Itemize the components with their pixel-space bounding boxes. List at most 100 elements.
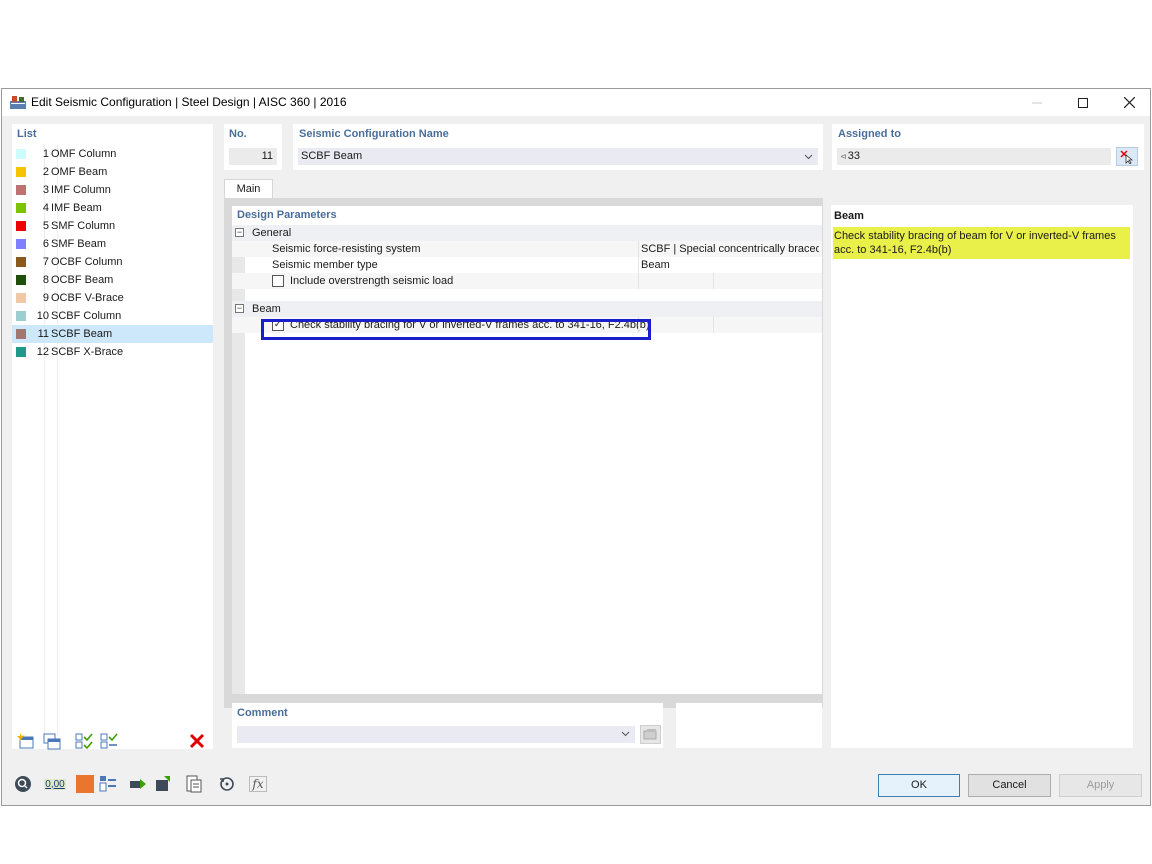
list-item[interactable]: 10 SCBF Column [12, 307, 213, 325]
column-divider [638, 241, 639, 257]
collapse-icon[interactable]: − [235, 228, 244, 237]
uncheck-all-icon[interactable] [100, 732, 118, 750]
apply-button[interactable]: Apply [1059, 774, 1142, 797]
list-item[interactable]: 3 IMF Column [12, 181, 213, 199]
comment-library-button[interactable] [640, 725, 661, 744]
param-row[interactable]: Seismic force-resisting system SCBF | Sp… [232, 241, 822, 257]
new-configuration-icon[interactable] [17, 732, 35, 750]
color-swatch-icon [16, 221, 26, 231]
export-icon[interactable] [128, 774, 148, 794]
list-header: List [17, 128, 37, 140]
list-item[interactable]: 7 OCBF Column [12, 253, 213, 271]
param-value[interactable]: SCBF | Special concentrically braced ... [641, 241, 819, 257]
comment-panel: Comment [232, 703, 663, 748]
param-label: Seismic member type [272, 259, 378, 271]
color-swatch-icon [16, 149, 26, 159]
design-parameters-header: Design Parameters [237, 209, 337, 221]
color-swatch-icon [16, 257, 26, 267]
list-toolbar [12, 729, 213, 753]
list-item-number: 3 [42, 184, 49, 196]
include-overstrength-checkbox[interactable] [272, 275, 284, 287]
beam-group-label: Beam [252, 303, 281, 315]
chevron-down-icon [621, 727, 630, 744]
formula-icon[interactable]: fx [248, 774, 268, 794]
cancel-button[interactable]: Cancel [968, 774, 1051, 797]
delete-icon[interactable] [188, 732, 206, 750]
include-overstrength-label: Include overstrength seismic load [290, 275, 454, 287]
maximize-button[interactable] [1060, 89, 1106, 116]
list-item-label: OCBF Column [51, 256, 123, 268]
color-swatch-icon [16, 311, 26, 321]
assigned-to-field[interactable]: ⊲33 [837, 148, 1111, 165]
list-item[interactable]: 6 SMF Beam [12, 235, 213, 253]
assigned-header: Assigned to [838, 128, 901, 140]
list-item[interactable]: 9 OCBF V-Brace [12, 289, 213, 307]
color-swatch-icon [16, 167, 26, 177]
param-row[interactable]: ✓ Check stability bracing for V or inver… [232, 317, 822, 333]
assigned-panel: Assigned to ⊲33 [832, 124, 1144, 170]
minimize-button[interactable] [1014, 89, 1060, 116]
copy-configuration-icon[interactable] [43, 732, 61, 750]
check-stability-label: Check stability bracing for V or inverte… [290, 319, 650, 331]
list-item-label: SMF Column [51, 220, 116, 232]
comment-header: Comment [237, 707, 288, 719]
app-icon [10, 96, 26, 109]
check-all-icon[interactable] [75, 732, 93, 750]
parameters-tree: − General Seismic force-resisting system… [232, 225, 822, 333]
list-item[interactable]: 4 IMF Beam [12, 199, 213, 217]
decimal-places-label: 0,00 [44, 778, 66, 790]
list-item[interactable]: 8 OCBF Beam [12, 271, 213, 289]
comment-side-panel [676, 703, 822, 748]
param-value[interactable]: Beam [641, 257, 819, 273]
spacer-row [232, 289, 822, 301]
check-stability-checkbox[interactable]: ✓ [272, 319, 284, 331]
info-panel: Beam Check stability bracing of beam for… [831, 205, 1133, 748]
list-item[interactable]: 12 SCBF X-Brace [12, 343, 213, 361]
search-icon[interactable] [13, 774, 33, 794]
color-swatch-icon [16, 329, 26, 339]
param-row[interactable]: Include overstrength seismic load [232, 273, 822, 289]
list-item[interactable]: 11 SCBF Beam [12, 325, 213, 343]
column-divider [638, 273, 639, 289]
ok-button[interactable]: OK [878, 774, 960, 797]
list-item[interactable]: 5 SMF Column [12, 217, 213, 235]
color-icon[interactable] [75, 774, 95, 794]
select-members-button[interactable] [1116, 147, 1138, 166]
list-item-number: 8 [42, 274, 49, 286]
color-swatch-icon [16, 239, 26, 249]
list-item-label: OCBF Beam [51, 274, 114, 286]
param-row[interactable]: Seismic member type Beam [232, 257, 822, 273]
list-item-number: 2 [42, 166, 49, 178]
chevron-down-icon [804, 148, 813, 171]
info-title: Beam [834, 210, 864, 222]
configuration-name-select[interactable]: SCBF Beam [298, 148, 818, 165]
color-swatch-icon [16, 293, 26, 303]
column-divider [638, 257, 639, 273]
display-properties-icon[interactable] [98, 774, 118, 794]
number-header: No. [229, 128, 247, 140]
beam-group-row[interactable]: − Beam [232, 301, 822, 317]
assigned-to-value: 33 [847, 150, 860, 162]
list-item-number: 4 [42, 202, 49, 214]
number-field: 11 [229, 148, 277, 165]
pick-cursor-icon [1120, 150, 1134, 164]
configuration-list-panel: List 1 OMF Column 2 OMF Beam 3 IMF Column 4 IMF… [12, 124, 213, 749]
table-icon[interactable] [184, 774, 204, 794]
reset-icon[interactable] [217, 774, 237, 794]
list-item[interactable]: 2 OMF Beam [12, 163, 213, 181]
import-icon[interactable] [153, 774, 173, 794]
close-button[interactable] [1106, 89, 1152, 116]
list-item-number: 7 [42, 256, 49, 268]
list-item[interactable]: 1 OMF Column [12, 145, 213, 163]
general-group-row[interactable]: − General [232, 225, 822, 241]
color-swatch-icon [16, 347, 26, 357]
comment-field[interactable] [237, 726, 635, 743]
collapse-icon[interactable]: − [235, 304, 244, 313]
member-prefix-icon: ⊲ [840, 152, 847, 161]
decimal-places-icon[interactable]: 0,00 [43, 774, 67, 794]
info-description: Check stability bracing of beam for V or… [833, 227, 1130, 259]
list-item-label: SMF Beam [51, 238, 107, 250]
general-group-label: General [252, 227, 292, 239]
list-item-number: 6 [42, 238, 49, 250]
tab-main[interactable]: Main [224, 179, 273, 199]
